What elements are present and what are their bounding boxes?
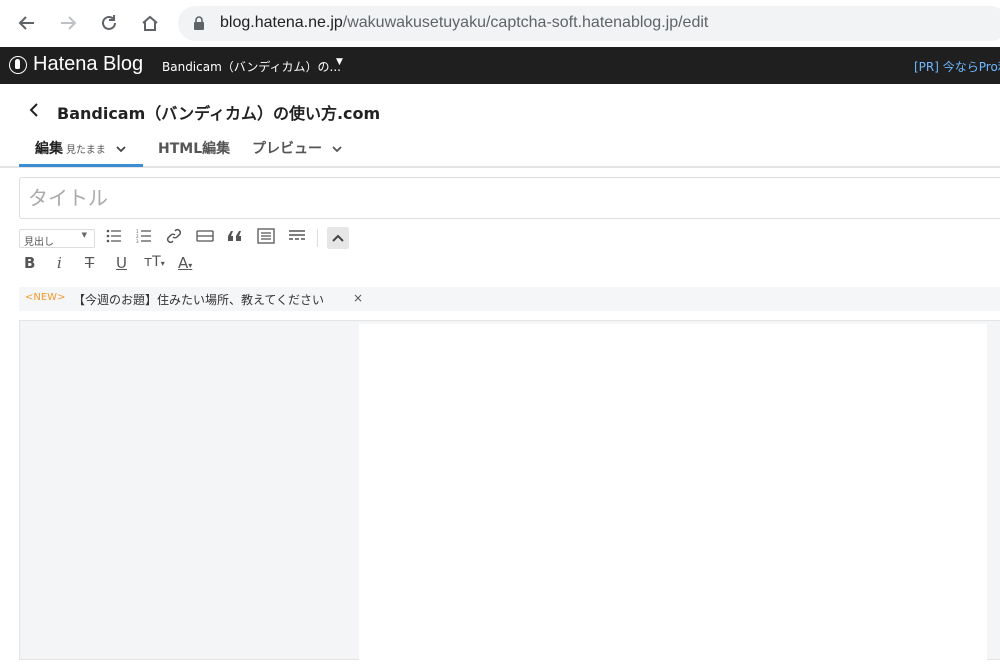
weekly-topic-link[interactable]: 【今週のお題】住みたい場所、教えてください <box>73 291 324 308</box>
toolbar-divider <box>317 229 318 247</box>
home-icon[interactable] <box>138 11 162 35</box>
blockquote-icon[interactable] <box>225 227 245 245</box>
caret-down-icon: ▼ <box>81 231 87 239</box>
horizontal-rule-icon[interactable] <box>195 227 215 245</box>
hatena-blog-logo[interactable]: Hatena Blog <box>33 53 143 76</box>
blog-title[interactable]: Bandicam（バンディカム）の使い方.com <box>57 100 380 124</box>
chevron-down-icon <box>115 146 126 153</box>
strikethrough-button[interactable]: T <box>85 254 94 272</box>
pr-link[interactable]: [PR] 今ならPro利 <box>914 58 1000 75</box>
underline-button[interactable]: U <box>116 254 127 272</box>
close-icon[interactable]: × <box>353 291 363 305</box>
heading-select[interactable]: 見出し ▼ <box>19 229 95 248</box>
italic-button[interactable]: i <box>57 254 62 272</box>
bold-button[interactable]: B <box>24 254 35 272</box>
back-arrow-icon[interactable] <box>15 11 39 35</box>
title-field[interactable] <box>19 177 1000 219</box>
list-box-icon[interactable] <box>256 227 276 245</box>
read-more-icon[interactable] <box>287 227 307 245</box>
bulleted-list-icon[interactable] <box>104 227 124 245</box>
text-color-button[interactable]: A▾ <box>178 254 192 272</box>
chevron-left-icon[interactable] <box>28 101 40 123</box>
title-input[interactable] <box>20 178 980 218</box>
lock-icon <box>193 16 205 35</box>
svg-text:3: 3 <box>136 239 139 243</box>
blog-selector[interactable]: Bandicam（バンディカム）の... <box>162 58 341 75</box>
tab-edit[interactable]: 編集 見たまま <box>35 138 126 158</box>
hatena-global-header: Hatena Blog Bandicam（バンディカム）の... ▼ [PR] … <box>0 47 1000 84</box>
editor-area <box>19 320 1000 664</box>
address-bar[interactable]: blog.hatena.ne.jp/wakuwakusetuyaku/captc… <box>178 6 1000 41</box>
font-size-button[interactable]: тT▾ <box>144 254 165 270</box>
numbered-list-icon[interactable]: 123 <box>134 227 154 245</box>
caret-down-icon[interactable]: ▼ <box>336 57 343 67</box>
chevron-up-icon[interactable] <box>327 227 349 249</box>
tab-html-edit[interactable]: HTML編集 <box>158 138 230 158</box>
chevron-down-icon <box>332 146 342 153</box>
link-icon[interactable] <box>164 227 184 245</box>
tab-preview[interactable]: プレビュー <box>252 138 342 158</box>
hatena-logo-icon[interactable] <box>9 56 27 74</box>
url-text: blog.hatena.ne.jp/wakuwakusetuyaku/captc… <box>220 14 709 31</box>
reload-icon[interactable] <box>97 11 121 35</box>
editor-tabs: 編集 見たまま HTML編集 プレビュー <box>0 128 1000 168</box>
new-badge: <NEW> <box>25 292 66 303</box>
forward-arrow-icon[interactable] <box>56 11 80 35</box>
browser-toolbar: blog.hatena.ne.jp/wakuwakusetuyaku/captc… <box>0 0 1000 47</box>
content-editable[interactable] <box>359 324 987 664</box>
active-tab-indicator <box>19 164 143 167</box>
weekly-topic-notice: <NEW> 【今週のお題】住みたい場所、教えてください × <box>19 287 1000 311</box>
